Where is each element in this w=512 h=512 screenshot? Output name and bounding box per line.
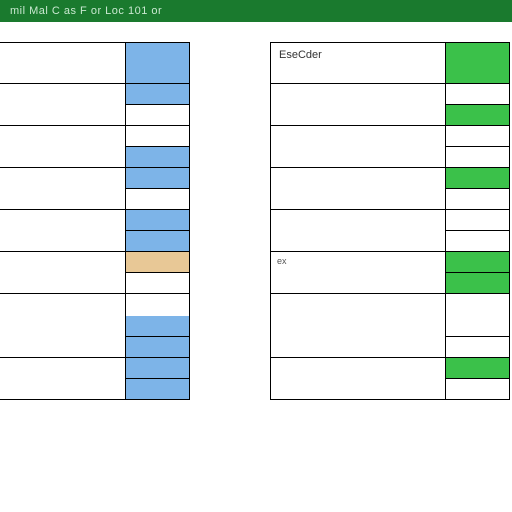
cell-segment	[125, 105, 190, 126]
table-row	[270, 126, 510, 168]
table-gap	[270, 294, 510, 316]
cell-segment	[445, 84, 510, 105]
window-title-text: mil Mal C as F or Loc 101 or	[10, 5, 162, 17]
cell-segment	[445, 189, 510, 210]
row-label	[270, 316, 445, 358]
cell-segment	[125, 231, 190, 252]
row-color	[125, 358, 190, 400]
cell-segment	[445, 358, 510, 379]
gap-label	[0, 294, 125, 316]
cell-segment	[445, 126, 510, 147]
row-color	[125, 84, 190, 126]
window-title-bar: mil Mal C as F or Loc 101 or	[0, 0, 512, 22]
row-label	[0, 84, 125, 126]
cell-segment	[445, 252, 510, 273]
row-color	[445, 126, 510, 168]
right-table-header: EseCder	[270, 42, 510, 84]
table-row	[0, 168, 190, 210]
row-label	[0, 126, 125, 168]
cell-segment	[445, 337, 510, 358]
cell-segment	[125, 147, 190, 168]
cell-segment	[125, 316, 190, 337]
right-header-color	[445, 42, 510, 84]
table-row	[0, 252, 190, 294]
content-area: ecs	[0, 22, 512, 512]
cell-segment	[125, 358, 190, 379]
row-color	[445, 358, 510, 400]
row-label	[0, 168, 125, 210]
cell-segment	[445, 379, 510, 400]
table-row: ex	[270, 252, 510, 294]
cell-segment	[445, 105, 510, 126]
row-color	[125, 126, 190, 168]
cell-segment	[445, 273, 510, 294]
table-row	[0, 316, 190, 358]
row-color	[125, 168, 190, 210]
table-row	[0, 126, 190, 168]
cell-segment	[125, 189, 190, 210]
row-label	[270, 210, 445, 252]
cell-segment	[125, 273, 190, 294]
left-table-header: ecs	[0, 42, 190, 84]
row-label	[0, 252, 125, 294]
table-row	[0, 210, 190, 252]
cell-segment	[125, 126, 190, 147]
right-header-label: EseCder	[270, 42, 445, 84]
gap-label	[270, 294, 445, 316]
gap-color	[445, 294, 510, 316]
row-label: ex	[270, 252, 445, 294]
table-row	[270, 358, 510, 400]
right-table: EseCder	[270, 42, 510, 512]
cell-segment	[445, 316, 510, 337]
table-row	[270, 168, 510, 210]
row-label	[270, 358, 445, 400]
cell-segment	[125, 168, 190, 189]
table-gap	[0, 294, 190, 316]
cell-segment	[445, 210, 510, 231]
table-row	[270, 316, 510, 358]
row-label	[270, 168, 445, 210]
cell-segment	[445, 168, 510, 189]
row-label	[270, 84, 445, 126]
row-color	[125, 316, 190, 358]
row-label	[270, 126, 445, 168]
row-color	[445, 210, 510, 252]
cell-segment	[125, 337, 190, 358]
row-color	[125, 252, 190, 294]
row-color	[445, 168, 510, 210]
table-row	[270, 84, 510, 126]
cell-segment	[125, 84, 190, 105]
row-color	[445, 84, 510, 126]
gap-color	[125, 294, 190, 316]
cell-segment	[445, 147, 510, 168]
row-label	[0, 316, 125, 358]
cell-segment	[125, 252, 190, 273]
left-header-color	[125, 42, 190, 84]
row-color	[125, 210, 190, 252]
row-color	[445, 252, 510, 294]
table-row	[0, 84, 190, 126]
table-row	[270, 210, 510, 252]
table-row	[0, 358, 190, 400]
cell-segment	[125, 379, 190, 400]
row-color	[445, 316, 510, 358]
left-header-label: ecs	[0, 42, 125, 84]
cell-segment	[445, 231, 510, 252]
row-label	[0, 210, 125, 252]
row-label	[0, 358, 125, 400]
left-table: ecs	[0, 42, 190, 512]
cell-segment	[125, 210, 190, 231]
